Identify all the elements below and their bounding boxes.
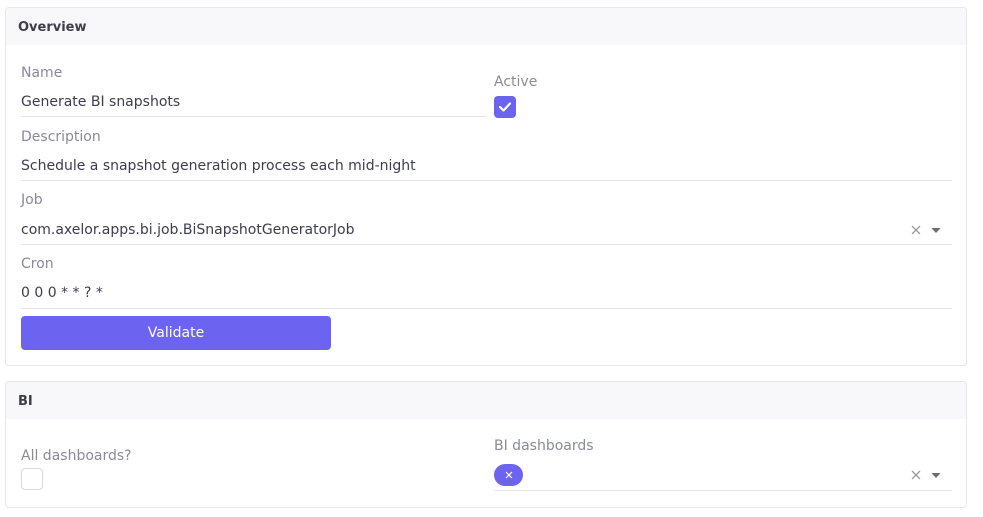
bi-panel: BI All dashboards? BI dashboards xyxy=(5,381,967,508)
active-checkbox[interactable] xyxy=(494,96,516,118)
all-dashboards-checkbox[interactable] xyxy=(21,468,43,490)
bi-dashboard-tag[interactable] xyxy=(494,464,523,486)
tag-remove-icon[interactable] xyxy=(504,470,514,480)
job-label: Job xyxy=(21,192,43,208)
validate-button[interactable]: Validate xyxy=(21,316,331,350)
bi-dashboards-label: BI dashboards xyxy=(494,438,594,454)
name-field[interactable]: Generate BI snapshots xyxy=(21,94,180,110)
chevron-down-icon[interactable] xyxy=(930,224,942,236)
bi-dashboards-underline xyxy=(494,490,952,491)
description-field-underline xyxy=(21,180,952,181)
description-field[interactable]: Schedule a snapshot generation process e… xyxy=(21,158,416,174)
overview-panel-title: Overview xyxy=(6,8,966,45)
bi-dashboards-clear-icon[interactable] xyxy=(910,469,922,481)
clear-icon[interactable] xyxy=(910,224,922,236)
overview-panel: Overview Name Generate BI snapshots Acti… xyxy=(5,7,967,366)
cron-label: Cron xyxy=(21,256,54,272)
bi-panel-title: BI xyxy=(6,382,966,419)
name-label: Name xyxy=(21,65,63,81)
description-label: Description xyxy=(21,129,101,145)
cron-field-underline xyxy=(21,308,952,309)
all-dashboards-label: All dashboards? xyxy=(21,448,132,464)
name-field-underline xyxy=(21,116,486,117)
check-icon xyxy=(499,102,511,112)
cron-field[interactable]: 0 0 0 * * ? * xyxy=(21,285,103,301)
bi-dashboards-chevron-down-icon[interactable] xyxy=(930,469,942,481)
active-label: Active xyxy=(494,74,538,90)
job-select[interactable]: com.axelor.apps.bi.job.BiSnapshotGenerat… xyxy=(21,222,355,238)
job-select-underline xyxy=(21,244,952,245)
